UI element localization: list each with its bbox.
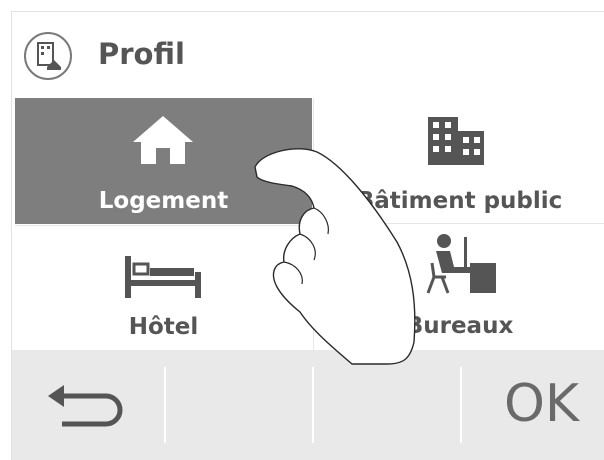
building-profile-icon [24,32,72,80]
page-title: Profil [98,37,185,71]
desk-worker-icon [426,234,496,294]
footer-bar: OK [12,350,604,460]
tile-label: Bureaux [405,313,514,339]
tile-label: Logement [98,188,229,214]
house-icon [133,116,193,164]
tile-bureaux[interactable]: Bureaux [313,225,604,350]
office-building-icon [428,117,484,165]
bed-icon [125,256,201,298]
back-button[interactable] [12,350,164,460]
device-screen: Profil Logement Bâtiment public Hôtel Bu… [11,11,604,460]
empty-footer-slot [166,350,312,460]
tile-label: Bâtiment public [356,188,563,214]
header: Profil [12,12,604,98]
ok-label: OK [503,374,579,434]
profile-grid: Logement Bâtiment public Hôtel Bureaux [12,98,604,350]
ok-button[interactable]: OK [462,350,604,460]
empty-footer-slot [314,350,460,460]
back-arrow-icon [48,385,123,427]
tile-logement[interactable]: Logement [15,98,312,224]
tile-label: Hôtel [128,314,199,340]
tile-batiment-public[interactable]: Bâtiment public [313,98,604,224]
tile-hotel[interactable]: Hôtel [15,225,312,350]
